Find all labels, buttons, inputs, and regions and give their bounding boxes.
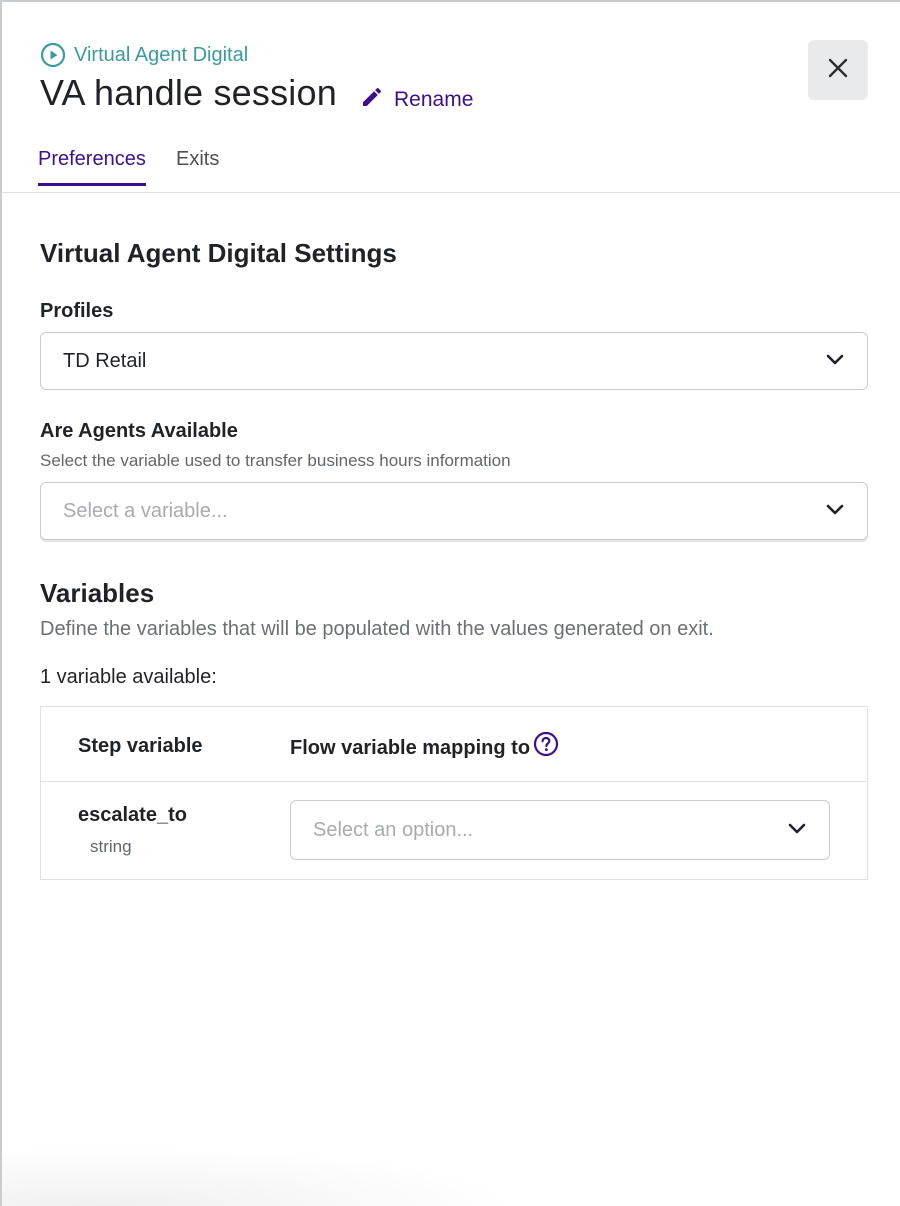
variables-count: 1 variable available: [40,666,217,688]
bottom-shadow [2,1146,522,1206]
table-header: Step variable Flow variable mapping to [41,707,867,782]
tab-bar: Preferences Exits [2,142,900,193]
settings-heading: Virtual Agent Digital Settings [40,238,397,268]
flow-variable-placeholder: Select an option... [313,818,474,841]
help-question-icon[interactable] [533,731,559,762]
chevron-down-icon [787,819,807,842]
close-button[interactable] [808,40,868,100]
tab-preferences[interactable]: Preferences [38,148,146,186]
agents-available-label: Are Agents Available [40,420,238,442]
step-variable-name: escalate_to [78,804,187,826]
step-variable-type: string [90,837,132,856]
variables-table: Step variable Flow variable mapping to e… [40,706,868,880]
pencil-icon [360,85,384,115]
page-title: VA handle session [40,72,337,113]
agents-available-help: Select the variable used to transfer bus… [40,451,511,470]
chevron-down-icon [825,350,845,373]
rename-label: Rename [394,88,474,111]
flow-variable-select[interactable]: Select an option... [290,800,830,860]
agents-available-placeholder: Select a variable... [63,499,228,522]
side-panel: Virtual Agent Digital VA handle session … [0,0,900,1206]
agents-available-select[interactable]: Select a variable... [40,482,868,540]
profiles-select[interactable]: TD Retail [40,332,868,390]
variables-description: Define the variables that will be popula… [40,618,714,640]
profiles-label: Profiles [40,300,114,322]
column-header-flow-mapping: Flow variable mapping to [290,737,531,759]
variables-heading: Variables [40,578,155,608]
close-icon [828,58,848,83]
rename-button[interactable]: Rename [360,86,473,114]
column-header-step-variable: Step variable [78,735,203,757]
chevron-down-icon [825,500,845,523]
tab-exits[interactable]: Exits [176,148,219,183]
play-circle-icon [40,42,66,68]
breadcrumb-label: Virtual Agent Digital [74,43,249,66]
breadcrumb: Virtual Agent Digital [40,42,248,68]
profiles-value: TD Retail [63,349,147,372]
